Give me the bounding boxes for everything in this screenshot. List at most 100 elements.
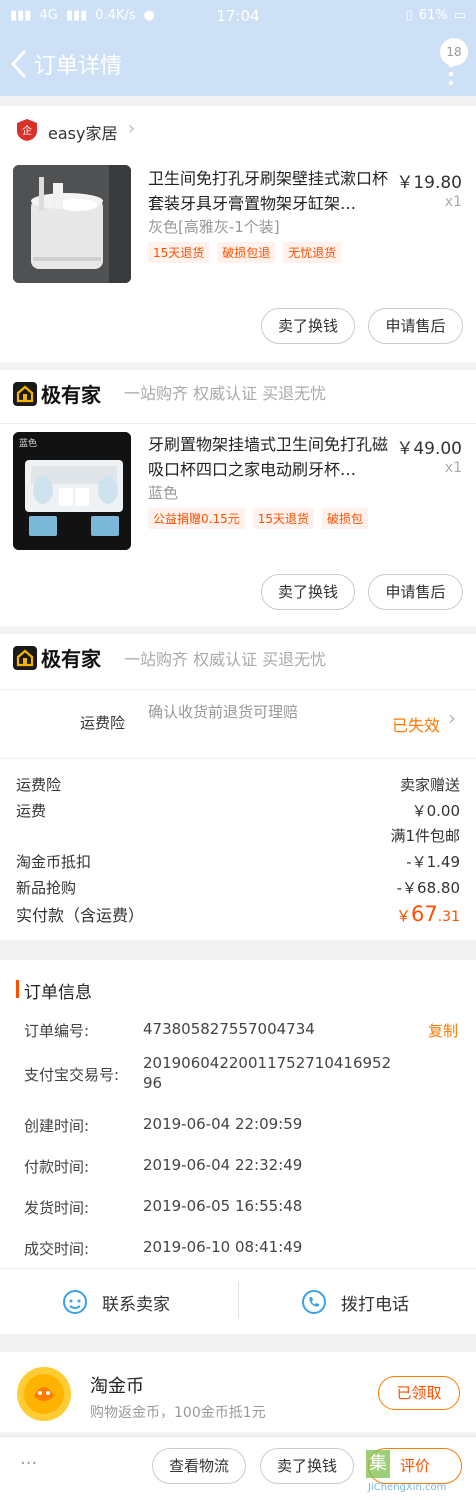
total-paid-amount: ￥67.31 bbox=[396, 902, 460, 926]
back-arrow-icon[interactable] bbox=[8, 49, 30, 79]
product-price: ￥19.80 bbox=[396, 173, 462, 193]
toothbrush-rack-image bbox=[13, 432, 131, 550]
divider bbox=[0, 758, 476, 759]
freight-insurance-desc: 确认收货前退货可理赔 bbox=[148, 703, 299, 721]
shop-name[interactable]: easy家居 bbox=[48, 120, 117, 144]
cost-value: ￥0.00 bbox=[411, 802, 460, 820]
jiyoujia-logo-icon bbox=[13, 381, 37, 406]
after-sales-button[interactable]: 申请售后 bbox=[368, 308, 463, 344]
paid-time-label: 付款时间: bbox=[24, 1158, 90, 1176]
taojinbi-desc: 购物返金币，100金币抵1元 bbox=[90, 1405, 266, 1421]
brand-slogan: 一站购齐 权威认证 买退无忧 bbox=[124, 384, 327, 403]
brand-name: 极有家 bbox=[41, 383, 101, 407]
thumbnail-color-label: 蓝色 bbox=[19, 439, 38, 449]
shop-card-1: 企 easy家居 › 卫生间免打孔牙刷架壁挂式漱口杯套装牙具牙膏置物架牙缸架… … bbox=[0, 106, 476, 362]
divider bbox=[0, 423, 476, 424]
watermark-text: JiChengXin.com bbox=[368, 1482, 447, 1493]
product-price: ￥49.00 bbox=[396, 439, 462, 459]
completed-time: 2019-06-10 08:41:49 bbox=[143, 1238, 303, 1256]
cost-value: 满1件包邮 bbox=[390, 827, 460, 845]
section-accent-bar bbox=[16, 980, 19, 998]
taojinbi-card: 淘金币 购物返金币，100金币抵1元 已领取 bbox=[0, 1352, 476, 1432]
paid-time: 2019-06-04 22:32:49 bbox=[143, 1156, 303, 1174]
cost-value: 卖家赠送 bbox=[399, 776, 460, 794]
battery-icon: ▭ bbox=[453, 8, 466, 23]
message-count-badge[interactable]: 18 bbox=[440, 38, 468, 66]
view-logistics-button[interactable]: 查看物流 bbox=[152, 1448, 246, 1484]
cost-label: 新品抢购 bbox=[16, 879, 77, 897]
service-tag: 15天退货 bbox=[148, 242, 210, 263]
service-tags: 15天退货 破损包退 无忧退货 bbox=[148, 242, 342, 263]
call-phone-label: 拨打电话 bbox=[341, 1295, 409, 1315]
created-time: 2019-06-04 22:09:59 bbox=[143, 1115, 303, 1133]
sell-button[interactable]: 卖了换钱 bbox=[261, 308, 355, 344]
order-info-heading: 订单信息 bbox=[24, 983, 92, 1003]
freight-insurance-row[interactable]: 运费险 确认收货前退货可理赔 已失效 › bbox=[0, 690, 476, 750]
sell-button[interactable]: 卖了换钱 bbox=[260, 1448, 354, 1484]
order-info-card: 订单信息 订单编号: 473805827557004734 复制 支付宝交易号:… bbox=[0, 960, 476, 1334]
page-title: 订单详情 bbox=[34, 54, 123, 79]
jiyoujia-brand[interactable]: 极有家 bbox=[13, 643, 101, 672]
brand-name: 极有家 bbox=[41, 647, 101, 671]
svg-text:企: 企 bbox=[22, 124, 32, 137]
service-tag: 无忧退货 bbox=[283, 242, 342, 263]
watermark-logo: 集 bbox=[366, 1450, 390, 1478]
claimed-button[interactable]: 已领取 bbox=[378, 1376, 460, 1410]
product-thumbnail[interactable] bbox=[13, 165, 131, 283]
service-tag: 破损包退 bbox=[217, 242, 276, 263]
gold-coin-icon bbox=[17, 1367, 71, 1421]
shop-logo-icon: 企 bbox=[17, 119, 37, 141]
after-sales-button[interactable]: 申请售后 bbox=[368, 574, 463, 610]
more-actions-button[interactable]: ··· bbox=[20, 1453, 37, 1474]
status-bar: ▮▮▮ 4G ▮▮▮ 0.4K/s ● 17:04 ▯ 61% ▭ bbox=[0, 0, 476, 34]
chat-icon bbox=[63, 1290, 87, 1314]
cost-row: 新品抢购 -￥68.80 bbox=[16, 877, 460, 898]
total-paid-row: 实付款（含运费） ￥67.31 bbox=[16, 902, 460, 926]
cost-value: -￥1.49 bbox=[406, 853, 460, 871]
alipay-number-label: 支付宝交易号: bbox=[24, 1066, 120, 1084]
more-vertical-icon[interactable] bbox=[448, 62, 454, 86]
call-phone-button[interactable]: 拨打电话 bbox=[239, 1269, 476, 1333]
vibrate-icon: ▯ bbox=[405, 8, 413, 23]
service-tags: 公益捐赠0.15元 15天退货 破损包 bbox=[148, 508, 369, 529]
product-spec: 灰色[高雅灰-1个装] bbox=[148, 218, 280, 236]
product-title[interactable]: 卫生间免打孔牙刷架壁挂式漱口杯套装牙具牙膏置物架牙缸架… bbox=[148, 166, 392, 216]
phone-icon bbox=[302, 1290, 326, 1314]
sell-button[interactable]: 卖了换钱 bbox=[261, 574, 355, 610]
product-title[interactable]: 牙刷置物架挂墙式卫生间免打孔磁吸口杯四口之家电动刷牙杯… bbox=[148, 432, 392, 482]
total-integer: 67 bbox=[411, 902, 438, 926]
order-number: 473805827557004734 bbox=[143, 1020, 315, 1038]
currency-symbol: ￥ bbox=[395, 907, 411, 925]
chevron-right-icon[interactable]: › bbox=[128, 118, 135, 139]
cost-label: 运费 bbox=[16, 802, 47, 820]
total-decimal: .31 bbox=[437, 909, 460, 925]
taojinbi-title: 淘金币 bbox=[90, 1376, 144, 1397]
cost-value: -￥68.80 bbox=[396, 879, 460, 897]
cost-label: 淘金币抵扣 bbox=[16, 853, 92, 871]
cost-row: 淘金币抵扣 -￥1.49 bbox=[16, 851, 460, 872]
contact-seller-button[interactable]: 联系卖家 bbox=[0, 1269, 238, 1333]
watermark: 集 JiChengXin.com bbox=[362, 1450, 474, 1498]
cost-row: 运费险 卖家赠送 bbox=[16, 774, 460, 795]
service-tag: 破损包 bbox=[322, 508, 369, 529]
shop-card-2: 极有家 一站购齐 权威认证 买退无忧 蓝色 牙刷置物架挂墙式卫生间免打孔磁吸口杯… bbox=[0, 370, 476, 626]
product-quantity: x1 bbox=[444, 194, 462, 210]
created-time-label: 创建时间: bbox=[24, 1117, 90, 1135]
jiyoujia-logo-icon bbox=[13, 645, 37, 670]
battery-level: 61% bbox=[418, 8, 448, 23]
jiyoujia-brand[interactable]: 极有家 bbox=[13, 379, 101, 408]
cost-label: 运费险 bbox=[16, 776, 62, 794]
cost-row: 满1件包邮 bbox=[16, 825, 460, 846]
contact-seller-label: 联系卖家 bbox=[102, 1295, 170, 1315]
alipay-number-line2: 96 bbox=[143, 1074, 163, 1092]
total-paid-label: 实付款（含运费） bbox=[16, 906, 145, 925]
product-thumbnail[interactable]: 蓝色 bbox=[13, 432, 131, 550]
clock: 17:04 bbox=[216, 7, 260, 25]
completed-time-label: 成交时间: bbox=[24, 1240, 90, 1258]
toothbrush-holder-image bbox=[13, 165, 131, 283]
service-tag: 公益捐赠0.15元 bbox=[148, 508, 245, 529]
shipped-time-label: 发货时间: bbox=[24, 1199, 90, 1217]
cost-row: 运费 ￥0.00 bbox=[16, 800, 460, 821]
order-number-label: 订单编号: bbox=[24, 1022, 90, 1040]
copy-button[interactable]: 复制 bbox=[428, 1020, 458, 1041]
